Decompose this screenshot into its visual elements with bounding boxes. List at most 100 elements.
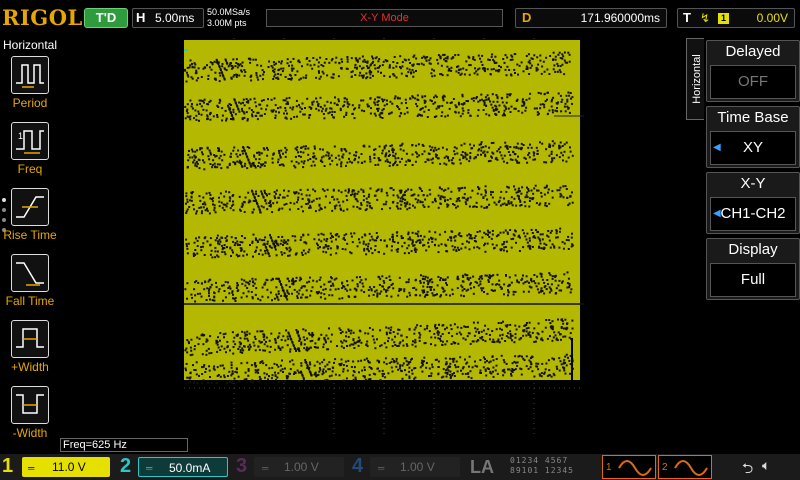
- trace-noise-dot: [298, 289, 301, 292]
- speaker-mute-icon[interactable]: 🔈︎: [762, 457, 770, 474]
- trace-noise-dot: [340, 191, 343, 194]
- trace-noise-dot: [501, 243, 504, 246]
- trace-noise-dot: [254, 101, 257, 104]
- trace-noise-dot: [190, 195, 193, 198]
- trace-noise-dot: [483, 206, 486, 209]
- trace-noise-dot: [340, 358, 343, 361]
- trace-noise-dot: [186, 282, 189, 285]
- trace-noise-dot: [484, 324, 487, 327]
- trace-noise-dot: [350, 194, 352, 197]
- trace-noise-dot: [563, 367, 565, 370]
- trace-noise-dot: [189, 64, 192, 67]
- trace-noise-dot: [288, 208, 291, 211]
- channel-3-indicator[interactable]: 1.00 V ═ 3: [232, 454, 346, 480]
- trace-noise-dot: [423, 342, 426, 345]
- channel-2-indicator[interactable]: 50.0mA ═ 2: [116, 454, 230, 480]
- xy-display-area[interactable]: [184, 38, 584, 438]
- trace-noise-dot: [231, 115, 234, 118]
- trace-noise-dot: [394, 344, 397, 346]
- trace-noise-dot: [360, 204, 363, 206]
- trace-noise-dot: [407, 244, 410, 247]
- trace-noise-dot: [308, 60, 311, 62]
- trace-noise-dot: [506, 93, 509, 96]
- xy-source-softkey[interactable]: X-Y ◀ CH1-CH2: [706, 172, 800, 234]
- trace-noise-dot: [335, 234, 338, 237]
- measure-period-button[interactable]: Period: [0, 56, 60, 120]
- measure-freq-button[interactable]: 1 Freq: [0, 122, 60, 186]
- frequency-measurement-readout: Freq=625 Hz: [60, 438, 188, 452]
- trace-noise-dot: [516, 142, 519, 145]
- trace-noise-dot: [213, 365, 216, 368]
- measure-fall-time-button[interactable]: Fall Time: [0, 254, 60, 318]
- trace-noise-dot: [444, 115, 447, 118]
- trace-noise-dot: [277, 380, 280, 383]
- trace-noise-dot: [202, 242, 205, 245]
- trace-noise-dot: [266, 146, 268, 149]
- generator-2-indicator[interactable]: 2: [658, 455, 712, 479]
- trace-noise-dot: [342, 370, 345, 373]
- trace-noise-dot: [201, 282, 203, 285]
- trace-noise-dot: [374, 98, 376, 101]
- channel-1-indicator[interactable]: 11.0 V ═ 1: [0, 454, 114, 480]
- trace-noise-dot: [281, 289, 284, 292]
- trace-noise-dot: [557, 331, 560, 334]
- generator-1-indicator[interactable]: 1: [602, 455, 656, 479]
- delayed-softkey[interactable]: Delayed OFF: [706, 40, 800, 102]
- trigger-display[interactable]: T ↯ 1 0.00V: [677, 8, 795, 28]
- trace-noise-dot: [266, 104, 269, 107]
- delay-display[interactable]: D 171.960000ms: [515, 8, 667, 28]
- trace-noise-dot: [320, 156, 323, 159]
- trace-noise-dot: [195, 373, 198, 376]
- trace-noise-dot: [219, 154, 222, 157]
- trace-noise-dot: [270, 109, 273, 112]
- trace-noise-dot: [541, 362, 544, 365]
- trace-noise-dot: [364, 378, 367, 381]
- trace-noise-dot: [421, 153, 424, 156]
- trace-noise-dot: [242, 200, 245, 203]
- trace-noise-dot: [379, 329, 382, 332]
- trace-noise-dot: [286, 344, 289, 347]
- display-softkey[interactable]: Display Full: [706, 238, 800, 300]
- trace-noise-dot: [457, 233, 460, 236]
- measure-rise-time-button[interactable]: Rise Time: [0, 188, 60, 252]
- trace-noise-dot: [324, 365, 327, 368]
- horizontal-scale-display[interactable]: H 5.00ms: [132, 8, 204, 28]
- trace-noise-dot: [439, 279, 442, 282]
- trace-noise-dot: [210, 283, 213, 286]
- trace-noise-dot: [309, 340, 312, 343]
- trace-noise-dot: [296, 146, 299, 149]
- trace-noise-dot: [542, 60, 545, 63]
- trace-noise-dot: [271, 161, 274, 164]
- trace-noise-dot: [319, 207, 322, 210]
- trace-noise-dot: [415, 70, 417, 72]
- trace-noise-dot: [459, 162, 462, 165]
- trace-noise-dot: [352, 343, 355, 346]
- trace-noise-dot: [456, 326, 459, 329]
- channel-4-indicator[interactable]: 1.00 V ═ 4: [348, 454, 462, 480]
- logic-analyzer-indicator[interactable]: LA 01234 4567 89101 12345: [466, 454, 600, 480]
- horizontal-menu-tab[interactable]: Horizontal: [686, 38, 704, 120]
- time-base-softkey[interactable]: Time Base ◀ XY: [706, 106, 800, 168]
- trace-noise-dot: [264, 191, 266, 194]
- trace-noise-dot: [200, 113, 203, 116]
- trace-noise-dot: [218, 80, 221, 83]
- trace-noise-dot: [354, 295, 357, 298]
- measure-negative-width-button[interactable]: -Width: [0, 386, 60, 450]
- trace-noise-dot: [218, 288, 221, 291]
- trace-noise-dot: [472, 56, 475, 59]
- trace-noise-dot: [509, 229, 512, 231]
- trace-noise-dot: [266, 148, 269, 151]
- trace-noise-dot: [191, 66, 194, 69]
- trace-noise-dot: [357, 190, 360, 193]
- trace-noise-dot: [466, 240, 468, 243]
- trace-noise-dot: [351, 104, 354, 107]
- trace-noise-dot: [457, 111, 460, 114]
- trace-noise-dot: [434, 344, 437, 347]
- trace-noise-dot: [439, 335, 442, 338]
- trace-noise-dot: [372, 372, 375, 375]
- trace-noise-dot: [431, 281, 434, 284]
- trace-noise-dot: [536, 113, 539, 116]
- trace-noise-dot: [328, 157, 331, 160]
- trace-noise-dot: [208, 292, 210, 295]
- measure-positive-width-button[interactable]: +Width: [0, 320, 60, 384]
